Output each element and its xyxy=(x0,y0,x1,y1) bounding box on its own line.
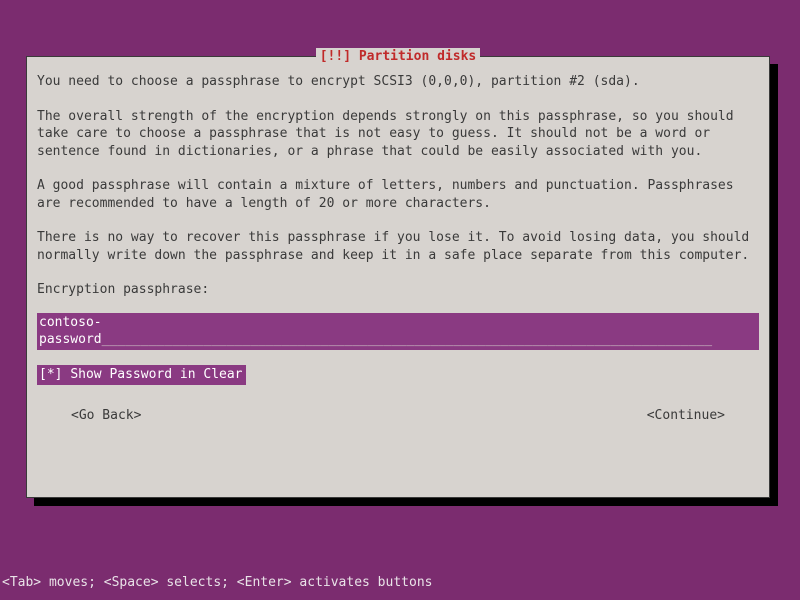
checkbox-label: Show Password in Clear xyxy=(70,367,242,382)
footer-hint: <Tab> moves; <Space> selects; <Enter> ac… xyxy=(2,574,432,592)
info-paragraph-4: There is no way to recover this passphra… xyxy=(37,229,759,264)
passphrase-input[interactable]: contoso-password________________________… xyxy=(37,313,759,350)
checkbox-state: [*] xyxy=(39,367,62,382)
info-paragraph-3: A good passphrase will contain a mixture… xyxy=(37,177,759,212)
passphrase-label: Encryption passphrase: xyxy=(37,281,759,299)
info-paragraph-2: The overall strength of the encryption d… xyxy=(37,108,759,161)
go-back-button[interactable]: <Go Back> xyxy=(71,407,141,425)
input-filler: ________________________________________… xyxy=(102,332,712,347)
continue-button[interactable]: <Continue> xyxy=(647,407,725,425)
info-paragraph-1: You need to choose a passphrase to encry… xyxy=(37,73,759,91)
show-password-checkbox[interactable]: [*] Show Password in Clear xyxy=(37,365,246,385)
partition-disks-dialog: [!!] Partition disks You need to choose … xyxy=(26,56,770,498)
passphrase-value: contoso-password xyxy=(39,315,102,348)
